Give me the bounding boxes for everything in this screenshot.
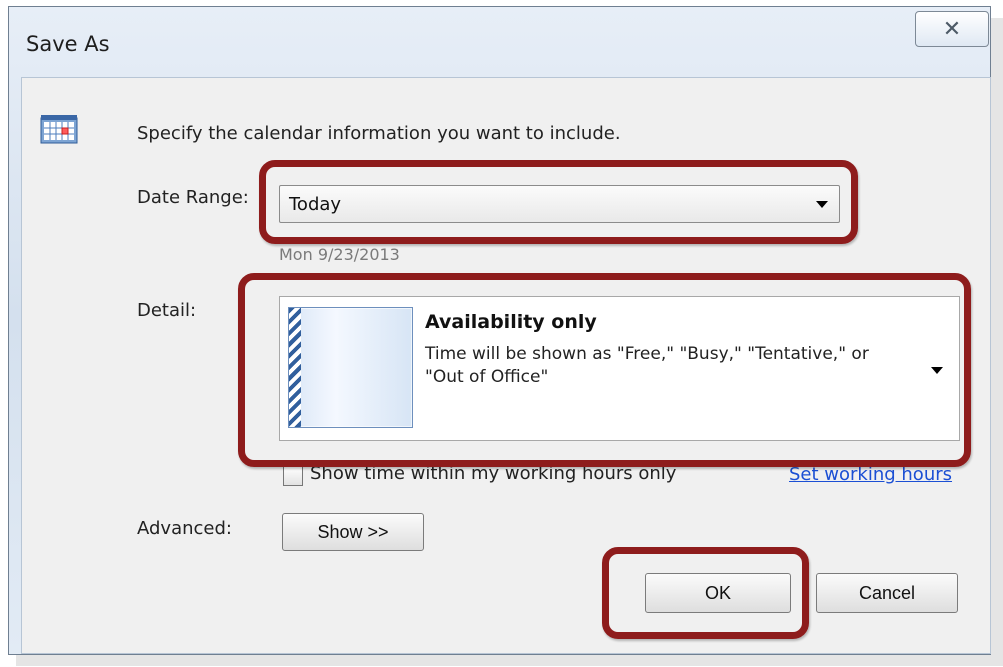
close-button[interactable]: ✕ — [915, 11, 989, 47]
detail-label: Detail: — [137, 300, 197, 321]
instruction-text: Specify the calendar information you wan… — [137, 123, 621, 144]
chevron-down-icon — [816, 201, 828, 208]
date-range-label: Date Range: — [137, 187, 249, 208]
set-working-hours-link[interactable]: Set working hours — [789, 464, 952, 485]
chevron-down-icon — [931, 367, 943, 374]
detail-dropdown[interactable]: Availability only Time will be shown as … — [279, 296, 960, 441]
working-hours-checkbox-label[interactable]: Show time within my working hours only — [310, 463, 676, 484]
date-range-dropdown[interactable]: Today — [279, 185, 840, 223]
calendar-icon — [40, 115, 78, 144]
date-range-value: Today — [289, 194, 342, 215]
advanced-label: Advanced: — [137, 518, 232, 539]
close-icon: ✕ — [942, 16, 962, 42]
detail-option-title: Availability only — [425, 311, 597, 333]
detail-option-description: Time will be shown as "Free," "Busy," "T… — [425, 344, 869, 387]
working-hours-checkbox[interactable] — [283, 466, 303, 486]
date-range-date: Mon 9/23/2013 — [279, 245, 400, 264]
window-title: Save As — [26, 32, 110, 56]
ok-button[interactable]: OK — [645, 573, 791, 613]
show-advanced-button[interactable]: Show >> — [282, 513, 424, 551]
cancel-button[interactable]: Cancel — [816, 573, 958, 613]
availability-preview-icon — [288, 307, 413, 428]
